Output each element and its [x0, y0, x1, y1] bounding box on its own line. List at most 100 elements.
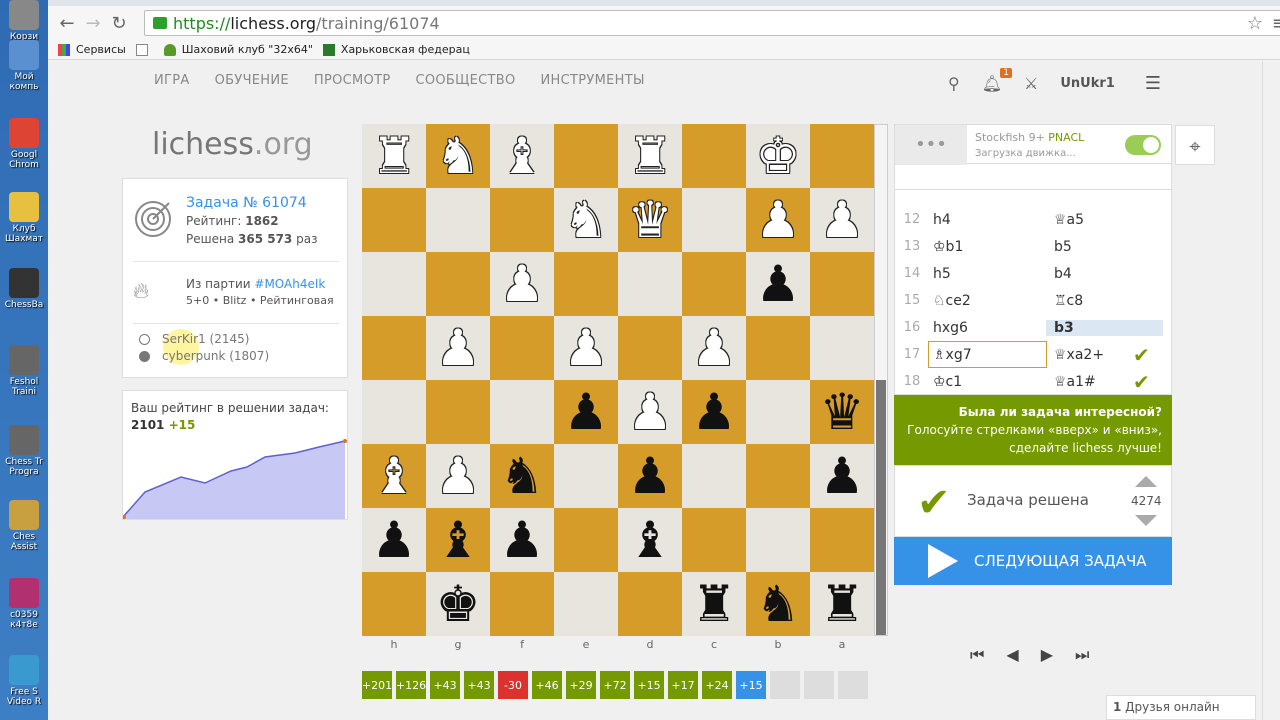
white-rook-icon[interactable]: ♜: [628, 131, 673, 181]
black-pawn-icon[interactable]: ♟: [692, 387, 737, 437]
eval-cell[interactable]: +46: [532, 671, 562, 699]
white-move[interactable]: ♔b1: [929, 239, 1046, 255]
white-pawn-icon[interactable]: ♟: [436, 451, 481, 501]
black-bishop-icon[interactable]: ♝: [628, 515, 673, 565]
back-icon[interactable]: ←: [54, 13, 80, 34]
board-square[interactable]: ♟: [490, 508, 554, 572]
username[interactable]: UnUkr1: [1060, 76, 1114, 91]
eval-cell[interactable]: +17: [668, 671, 698, 699]
forward-icon[interactable]: →: [80, 13, 106, 34]
desktop-icon[interactable]: ChessBa: [2, 268, 46, 310]
eval-cell[interactable]: -30: [498, 671, 528, 699]
black-move[interactable]: b3: [1046, 319, 1163, 336]
desktop-icon[interactable]: Feshol Traini: [2, 345, 46, 397]
white-pawn-icon[interactable]: ♟: [756, 195, 801, 245]
black-knight-icon[interactable]: ♞: [500, 451, 545, 501]
white-pawn-icon[interactable]: ♟: [436, 323, 481, 373]
black-king-icon[interactable]: ♚: [436, 579, 481, 629]
black-pawn-icon[interactable]: ♟: [564, 387, 609, 437]
black-move[interactable]: ♕a5: [1046, 212, 1163, 228]
black-knight-icon[interactable]: ♞: [756, 579, 801, 629]
prev-move-icon[interactable]: ◀︎: [1006, 645, 1018, 665]
friends-online[interactable]: 1 Друзья онлайн: [1106, 695, 1256, 720]
board-square[interactable]: ♞: [554, 188, 618, 252]
board-square[interactable]: ♜: [618, 124, 682, 188]
white-move[interactable]: ♔c1: [929, 374, 1046, 390]
board-scrollbar[interactable]: [874, 124, 888, 636]
desktop-icon[interactable]: Free S Video R: [2, 655, 46, 707]
puzzle-title[interactable]: Задача № 61074: [186, 195, 307, 211]
bookmark-chess-club[interactable]: Шаховий клуб "32x64": [163, 43, 313, 56]
bookmark-federation[interactable]: Харьковская федерац: [322, 43, 470, 56]
eval-cell[interactable]: +43: [430, 671, 460, 699]
white-player[interactable]: SerKir1 (2145): [139, 332, 249, 346]
search-icon[interactable]: ⚲: [948, 74, 960, 93]
board-square[interactable]: [362, 188, 426, 252]
eval-cell[interactable]: [770, 671, 800, 699]
board-square[interactable]: ♟: [682, 316, 746, 380]
black-rook-icon[interactable]: ♜: [692, 579, 737, 629]
chess-board[interactable]: ♜ ♞ ♝ ♜ ♚ ♞ ♛ ♟ ♟ ♟ ♟ ♟ ♟ ♟ ♟ ♟ ♟ ♛ ♝ ♟ ♞ ♟ ♟ ♟ ♝ ♟ ♝ ♚ ♜ ♞ ♜: [362, 124, 874, 636]
bell-icon[interactable]: 🔔︎ 1: [982, 68, 1013, 93]
board-square[interactable]: [746, 316, 810, 380]
engine-toggle[interactable]: [1125, 135, 1161, 155]
desktop-icon[interactable]: Клуб Шахмат: [2, 192, 46, 244]
board-square[interactable]: ♟: [490, 252, 554, 316]
board-square[interactable]: ♟: [362, 508, 426, 572]
eval-cell[interactable]: +43: [464, 671, 494, 699]
white-move[interactable]: hxg6: [929, 320, 1046, 336]
white-move[interactable]: h5: [929, 266, 1046, 282]
swords-icon[interactable]: ⚔: [1024, 74, 1038, 93]
board-square[interactable]: ♜: [682, 572, 746, 636]
board-square[interactable]: [490, 572, 554, 636]
board-square[interactable]: [682, 188, 746, 252]
first-move-icon[interactable]: ⏮: [970, 645, 984, 665]
white-move[interactable]: h4: [929, 212, 1046, 228]
board-square[interactable]: [426, 252, 490, 316]
board-square[interactable]: [682, 508, 746, 572]
board-square[interactable]: ♞: [426, 124, 490, 188]
board-square[interactable]: [618, 572, 682, 636]
board-square[interactable]: [682, 444, 746, 508]
page-scrollbar[interactable]: [1262, 61, 1280, 720]
eval-cell[interactable]: +201: [362, 671, 392, 699]
board-square[interactable]: [554, 124, 618, 188]
board-square[interactable]: ♜: [810, 572, 874, 636]
desktop-icon[interactable]: Корзи: [2, 0, 46, 42]
board-square[interactable]: ♛: [618, 188, 682, 252]
black-player[interactable]: cyberpunk (1807): [139, 349, 269, 363]
board-square[interactable]: ♟: [746, 252, 810, 316]
board-square[interactable]: [490, 316, 554, 380]
bookmark-blank[interactable]: [135, 43, 154, 56]
next-move-icon[interactable]: ▶︎: [1041, 645, 1053, 665]
eval-cell[interactable]: +72: [600, 671, 630, 699]
desktop-icon[interactable]: Мой компь: [2, 40, 46, 92]
white-pawn-icon[interactable]: ♟: [628, 387, 673, 437]
board-square[interactable]: ♝: [490, 124, 554, 188]
board-square[interactable]: ♟: [682, 380, 746, 444]
eval-cell[interactable]: +126: [396, 671, 426, 699]
board-square[interactable]: [554, 444, 618, 508]
bookmark-star-icon[interactable]: ☆: [1247, 13, 1263, 34]
desktop-icon[interactable]: Ches Assist: [2, 500, 46, 552]
white-bishop-icon[interactable]: ♝: [500, 131, 545, 181]
board-square[interactable]: [426, 380, 490, 444]
browser-menu-icon[interactable]: ≡: [1272, 13, 1280, 34]
board-square[interactable]: [362, 316, 426, 380]
nav-item[interactable]: СООБЩЕСТВО: [415, 73, 515, 88]
board-square[interactable]: [746, 508, 810, 572]
black-pawn-icon[interactable]: ♟: [820, 451, 865, 501]
desktop-icon[interactable]: Googl Chrom: [2, 118, 46, 170]
white-pawn-icon[interactable]: ♟: [564, 323, 609, 373]
board-square[interactable]: ♚: [746, 124, 810, 188]
board-square[interactable]: [554, 252, 618, 316]
board-square[interactable]: ♞: [490, 444, 554, 508]
board-square[interactable]: [618, 252, 682, 316]
engine-menu-dots[interactable]: •••: [895, 125, 967, 165]
white-king-icon[interactable]: ♚: [756, 131, 801, 181]
board-square[interactable]: ♝: [618, 508, 682, 572]
board-square[interactable]: [554, 572, 618, 636]
reload-icon[interactable]: ↻: [106, 13, 132, 34]
desktop-icon[interactable]: c0359 к4т8e: [2, 578, 46, 630]
black-pawn-icon[interactable]: ♟: [628, 451, 673, 501]
